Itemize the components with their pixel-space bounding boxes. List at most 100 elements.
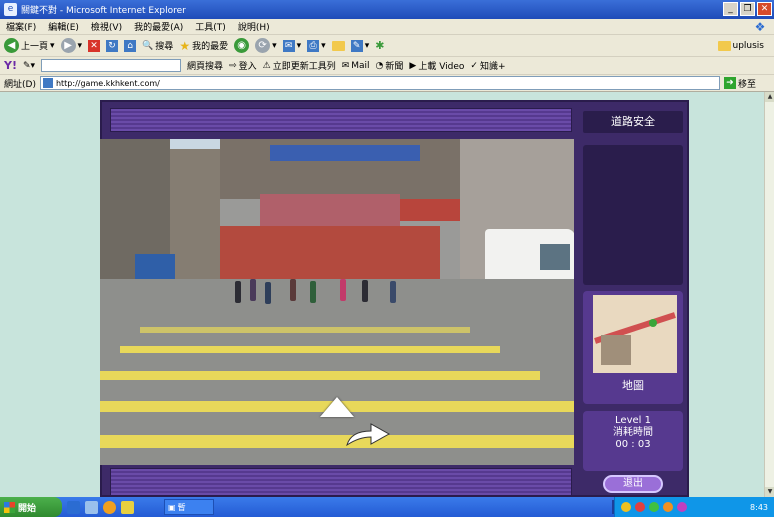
media-quicklaunch-icon[interactable] xyxy=(103,500,116,514)
crosswalk-stripe xyxy=(100,435,574,448)
mail-button[interactable]: ✉ ▾ xyxy=(282,39,301,52)
print-icon: ⎙ xyxy=(307,39,320,52)
scene-pedestrian xyxy=(340,279,346,301)
ie-app-icon: e xyxy=(4,3,17,16)
window-title: 關鍵不對 - Microsoft Internet Explorer xyxy=(21,6,186,16)
maximize-button[interactable]: ❐ xyxy=(740,2,755,16)
forward-button[interactable]: ▶ ▾ xyxy=(60,38,82,53)
system-tray: 8:43 xyxy=(614,497,774,517)
minimize-button[interactable]: _ xyxy=(723,2,738,16)
back-button[interactable]: ◀ 上一頁 ▾ xyxy=(4,38,55,53)
scene-pedestrian xyxy=(362,280,368,302)
desktop-quicklaunch-icon[interactable] xyxy=(85,500,98,514)
app-quicklaunch-icon[interactable] xyxy=(121,500,134,514)
windows-logo-icon: ❖ xyxy=(754,20,766,34)
taskbar: 開始 ▣ 暫 EN 8:43 xyxy=(0,497,774,517)
tray-icon-1[interactable] xyxy=(621,502,631,512)
start-button[interactable]: 開始 xyxy=(0,497,62,517)
yahoo-toolbar: Y! ✎▾ 網頁搜尋 ⇨ 登入 ⚠ 立即更新工具列 ✉ Mail ◔ 新聞 ▶ 上載 Vi… xyxy=(0,57,774,75)
close-button[interactable]: ✕ xyxy=(757,2,772,16)
folder-icon[interactable] xyxy=(331,40,345,51)
scene-pedestrian xyxy=(265,282,271,304)
crosswalk-stripe xyxy=(120,346,500,353)
address-bar: 網址(D) http://game.kkhkent.com/ ➜ 移至 xyxy=(0,75,774,92)
yahoo-search-input[interactable] xyxy=(41,59,182,72)
scene-building-left2 xyxy=(170,149,220,279)
map-block xyxy=(601,335,631,365)
taskbar-window-button[interactable]: ▣ 暫 xyxy=(164,499,214,515)
turn-right-arrow-icon[interactable] xyxy=(345,421,391,447)
game-bottom-bar xyxy=(110,468,572,496)
signin-button[interactable]: ⇨ 登入 xyxy=(229,59,257,73)
mail-icon: ✉ xyxy=(282,39,295,52)
panel-info-screen xyxy=(583,145,683,285)
search-web-button[interactable]: 網頁搜尋 xyxy=(187,59,223,72)
stop-icon[interactable]: ✕ xyxy=(88,39,101,52)
refresh-icon[interactable]: ↻ xyxy=(106,39,119,52)
panel-title: 道路安全 xyxy=(583,111,683,133)
menu-help[interactable]: 說明(H) xyxy=(238,20,270,33)
map-marker-icon xyxy=(649,319,657,327)
scene-pedestrian xyxy=(390,281,396,303)
pencil-icon[interactable]: ✎▾ xyxy=(23,61,35,71)
ie-quicklaunch-icon[interactable] xyxy=(67,500,80,514)
scroll-up-icon[interactable]: ▲ xyxy=(765,92,774,102)
home-icon[interactable]: ⌂ xyxy=(124,39,137,52)
menu-bar: 檔案(F) 編輯(E) 檢視(V) 我的最愛(A) 工具(T) 說明(H) ❖ xyxy=(0,19,774,35)
video-link[interactable]: ▶ 上載 Video xyxy=(409,59,464,73)
window-controls: _ ❐ ✕ xyxy=(723,2,772,16)
scene-blue-sign xyxy=(270,145,420,161)
history-button[interactable]: ⟳ ▾ xyxy=(255,38,277,53)
back-arrow-icon: ◀ xyxy=(4,38,19,53)
menu-favorites[interactable]: 我的最愛(A) xyxy=(134,20,183,33)
scene-truck-window xyxy=(540,244,570,270)
history-icon: ⟳ xyxy=(255,38,271,53)
street-scene-image[interactable] xyxy=(100,139,574,465)
news-link[interactable]: ◔ 新聞 xyxy=(376,59,404,73)
print-button[interactable]: ⎙ ▾ xyxy=(307,39,326,52)
window-titlebar: e 關鍵不對 - Microsoft Internet Explorer _ ❐… xyxy=(0,0,774,19)
menu-tools[interactable]: 工具(T) xyxy=(195,20,226,33)
time-value: 00 : 03 xyxy=(615,439,651,450)
media-icon[interactable]: ◉ xyxy=(234,38,250,53)
tray-icon-2[interactable] xyxy=(635,502,645,512)
go-button[interactable]: ➜ 移至 xyxy=(723,77,756,90)
windows-flag-icon xyxy=(4,501,15,513)
tray-icon-3[interactable] xyxy=(649,502,659,512)
map-label: 地圖 xyxy=(622,379,644,392)
update-toolbar-button[interactable]: ⚠ 立即更新工具列 xyxy=(263,59,336,73)
menu-view[interactable]: 檢視(V) xyxy=(91,20,122,33)
menu-file[interactable]: 檔案(F) xyxy=(6,20,36,33)
scene-shopfront xyxy=(220,226,440,284)
map-box[interactable]: 地圖 xyxy=(583,291,683,404)
tray-icon-4[interactable] xyxy=(663,502,673,512)
scene-pedestrian xyxy=(310,281,316,303)
game-frame: 道路安全 地圖 Level 1 消耗時間 00 : 03 退出 xyxy=(100,100,689,497)
go-arrow-icon: ➜ xyxy=(723,77,736,89)
links-folder-icon xyxy=(717,40,731,51)
window-icon: ▣ xyxy=(168,502,176,512)
tray-icon-5[interactable] xyxy=(677,502,687,512)
edit-button[interactable]: ✎ ▾ xyxy=(350,39,369,52)
links-button[interactable]: uplusis xyxy=(717,40,764,51)
answers-link[interactable]: ✓ 知識+ xyxy=(470,59,505,73)
map-thumbnail-image[interactable] xyxy=(593,295,677,373)
messenger-icon[interactable]: ✱ xyxy=(375,39,384,52)
scene-pedestrian xyxy=(290,279,296,301)
crosswalk-stripe xyxy=(100,371,540,380)
search-button[interactable]: 🔍 搜尋 xyxy=(142,39,173,53)
favorites-button[interactable]: ★ 我的最愛 xyxy=(179,39,228,53)
address-input[interactable]: http://game.kkhkent.com/ xyxy=(39,76,720,90)
move-forward-arrow-icon[interactable] xyxy=(320,397,354,417)
mail-link[interactable]: ✉ Mail xyxy=(342,61,370,71)
scroll-down-icon[interactable]: ▼ xyxy=(765,487,774,497)
forward-arrow-icon: ▶ xyxy=(60,38,76,53)
yahoo-logo-icon[interactable]: Y! xyxy=(4,59,17,72)
game-side-panel: 道路安全 地圖 Level 1 消耗時間 00 : 03 退出 xyxy=(578,108,686,496)
crosswalk-stripe xyxy=(140,327,470,333)
edit-icon: ✎ xyxy=(350,39,363,52)
menu-edit[interactable]: 編輯(E) xyxy=(48,20,79,33)
scene-shop-awning xyxy=(260,194,400,226)
vertical-scrollbar[interactable]: ▲ ▼ xyxy=(764,92,774,497)
exit-button[interactable]: 退出 xyxy=(603,475,663,493)
